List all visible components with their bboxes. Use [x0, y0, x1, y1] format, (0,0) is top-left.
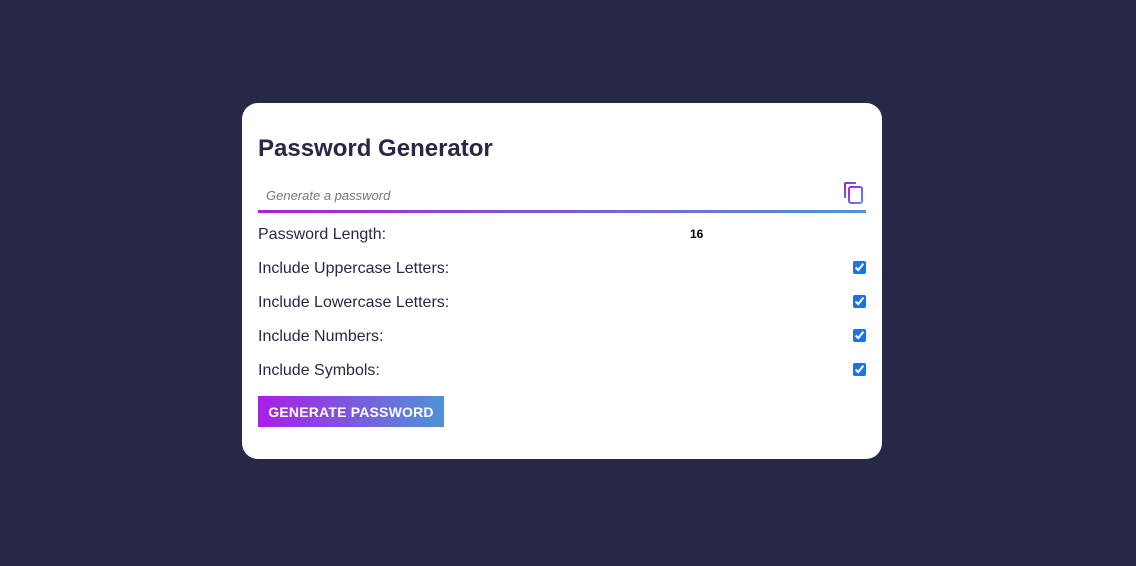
- symbols-label: Include Symbols:: [258, 362, 380, 379]
- page-title: Password Generator: [258, 135, 493, 162]
- copy-icon: [844, 182, 863, 204]
- password-underline: [258, 210, 866, 213]
- copy-button[interactable]: [842, 181, 866, 207]
- option-row-symbols: Include Symbols:: [258, 360, 866, 382]
- numbers-label: Include Numbers:: [258, 328, 384, 345]
- symbols-checkbox[interactable]: [853, 363, 866, 376]
- length-label: Password Length:: [258, 226, 387, 243]
- lowercase-checkbox[interactable]: [853, 295, 866, 308]
- password-field-group: [258, 181, 866, 213]
- uppercase-label: Include Uppercase Letters:: [258, 260, 450, 277]
- password-output-field[interactable]: [258, 181, 838, 209]
- lowercase-label: Include Lowercase Letters:: [258, 294, 450, 311]
- option-row-uppercase: Include Uppercase Letters:: [258, 258, 866, 280]
- length-value[interactable]: 16: [690, 227, 703, 241]
- uppercase-checkbox[interactable]: [853, 261, 866, 274]
- generate-password-button[interactable]: GENERATE PASSWORD: [258, 396, 444, 427]
- option-row-numbers: Include Numbers:: [258, 326, 866, 348]
- password-generator-card: Password Generator Password Len: [242, 103, 882, 459]
- length-row: Password Length: 16: [258, 224, 866, 246]
- option-row-lowercase: Include Lowercase Letters:: [258, 292, 866, 314]
- numbers-checkbox[interactable]: [853, 329, 866, 342]
